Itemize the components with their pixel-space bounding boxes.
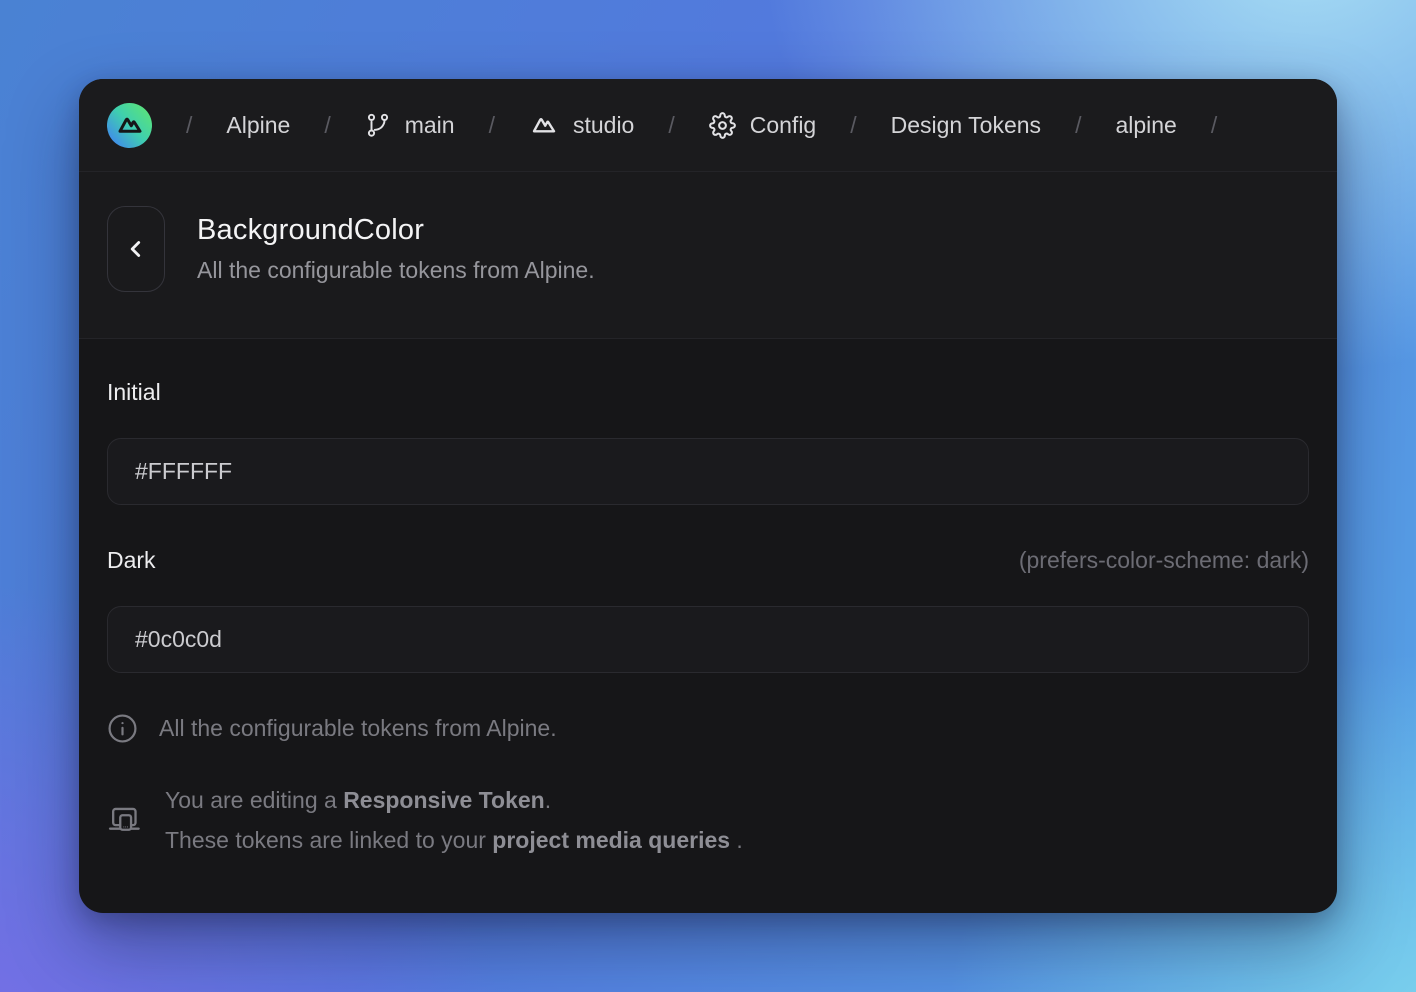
breadcrumb: / Alpine / main / studio / Config / <box>79 79 1337 172</box>
breadcrumb-separator: / <box>668 112 674 139</box>
info-note-text: All the configurable tokens from Alpine. <box>159 715 557 742</box>
mountains-icon <box>115 110 145 140</box>
responsive-token-note: You are editing a Responsive Token. Thes… <box>107 780 1309 860</box>
chevron-left-icon <box>123 236 149 262</box>
info-icon <box>107 713 138 744</box>
breadcrumb-item-token[interactable]: alpine <box>1115 112 1176 139</box>
git-branch-icon <box>365 112 391 138</box>
dark-media-query-hint: (prefers-color-scheme: dark) <box>1019 547 1309 574</box>
page-header: BackgroundColor All the configurable tok… <box>79 172 1337 339</box>
devices-icon <box>107 802 144 839</box>
token-form: Initial Dark (prefers-color-scheme: dark… <box>79 379 1337 860</box>
info-note: All the configurable tokens from Alpine. <box>107 713 1309 744</box>
dark-label: Dark <box>107 547 156 574</box>
breadcrumb-item-app[interactable]: studio <box>529 110 634 140</box>
breadcrumb-separator: / <box>1075 112 1081 139</box>
breadcrumb-item-project[interactable]: Alpine <box>226 112 290 139</box>
breadcrumb-item-config[interactable]: Config <box>709 112 816 139</box>
initial-field-header: Initial <box>107 379 1309 406</box>
initial-value-input[interactable] <box>107 438 1309 505</box>
breadcrumb-item-branch[interactable]: main <box>365 112 455 139</box>
initial-label: Initial <box>107 379 161 406</box>
breadcrumb-item-page[interactable]: Design Tokens <box>891 112 1041 139</box>
responsive-token-text: You are editing a Responsive Token. Thes… <box>165 780 743 860</box>
dark-value-input[interactable] <box>107 606 1309 673</box>
page-subtitle: All the configurable tokens from Alpine. <box>197 257 595 284</box>
responsive-token-line1: You are editing a Responsive Token. <box>165 780 743 820</box>
mountains-icon <box>529 110 559 140</box>
breadcrumb-separator: / <box>1211 112 1217 139</box>
breadcrumb-separator: / <box>186 112 192 139</box>
responsive-token-line2: These tokens are linked to your project … <box>165 820 743 860</box>
back-button[interactable] <box>107 206 165 292</box>
header-text: BackgroundColor All the configurable tok… <box>197 214 595 284</box>
token-editor-panel: / Alpine / main / studio / Config / <box>79 79 1337 913</box>
dark-field-header: Dark (prefers-color-scheme: dark) <box>107 547 1309 574</box>
gear-icon <box>709 112 736 139</box>
breadcrumb-separator: / <box>489 112 495 139</box>
page-title: BackgroundColor <box>197 214 595 247</box>
breadcrumb-separator: / <box>850 112 856 139</box>
breadcrumb-separator: / <box>324 112 330 139</box>
alpine-logo[interactable] <box>107 103 152 148</box>
